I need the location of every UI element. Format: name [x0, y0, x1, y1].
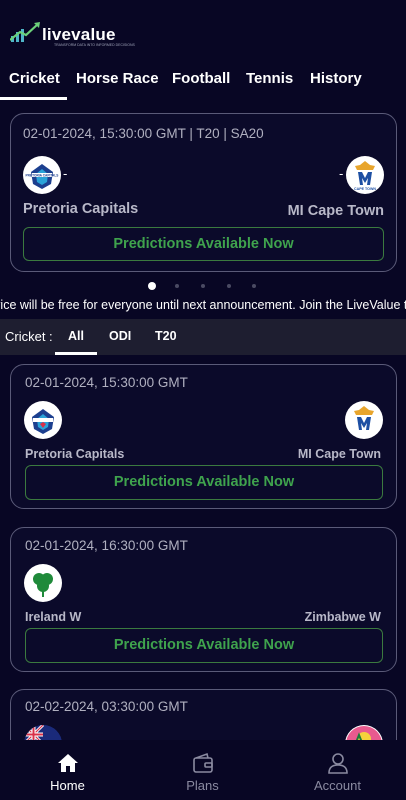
- carousel-dot-2[interactable]: [175, 284, 179, 288]
- wallet-icon: [193, 752, 213, 773]
- filter-chip-all[interactable]: All: [68, 329, 84, 343]
- home-icon: [58, 754, 78, 772]
- match-card[interactable]: 02-01-2024, 15:30:00 GMT Pretoria Capita…: [10, 364, 397, 509]
- predictions-button[interactable]: Predictions Available Now: [25, 465, 383, 500]
- carousel-dot-5[interactable]: [252, 284, 256, 288]
- bottom-navigation: Home Plans Account: [0, 740, 406, 800]
- match-date: 02-01-2024, 15:30:00 GMT | T20 | SA20: [23, 126, 264, 141]
- pretoria-capitals-logo: [24, 401, 62, 439]
- app-header: livevalue TRANSFORM DATA INTO INFORMED D…: [0, 0, 406, 60]
- pretoria-capitals-logo: PRETORIA CAPITALS: [23, 156, 61, 194]
- nav-plans[interactable]: Plans: [135, 740, 270, 800]
- tab-tennis[interactable]: Tennis: [246, 70, 293, 87]
- filter-chip-odi[interactable]: ODI: [109, 329, 131, 343]
- match-date: 02-01-2024, 15:30:00 GMT: [25, 375, 188, 390]
- user-icon: [328, 753, 348, 774]
- score-dash-a: -: [63, 166, 68, 181]
- pretoria-capitals-wordmark: PRETORIA CAPITALS: [26, 173, 59, 177]
- mi-cape-town-logo: [345, 401, 383, 439]
- predictions-button[interactable]: Predictions Available Now: [23, 227, 384, 261]
- sport-tabs: Cricket Horse Race Football Tennis Histo…: [0, 60, 406, 100]
- tab-football[interactable]: Football: [172, 70, 230, 87]
- chart-arrow-icon: [10, 22, 40, 42]
- carousel-dot-1[interactable]: [148, 282, 156, 290]
- match-date: 02-02-2024, 03:30:00 GMT: [25, 699, 188, 714]
- nav-home-label: Home: [50, 778, 85, 793]
- team-b-name: Zimbabwe W: [304, 610, 381, 624]
- announcement-text: rvice will be free for everyone until ne…: [0, 298, 406, 312]
- team-a-name: Ireland W: [25, 610, 82, 624]
- filter-chip-t20[interactable]: T20: [155, 329, 177, 343]
- format-filter-bar: Cricket : All ODI T20: [0, 319, 406, 355]
- carousel-dot-3[interactable]: [201, 284, 205, 288]
- match-card[interactable]: 02-01-2024, 16:30:00 GMT Ireland W Zimba…: [10, 527, 397, 672]
- team-a-name: Pretoria Capitals: [23, 201, 139, 217]
- team-b-name: MI Cape Town: [287, 203, 384, 219]
- brand-tagline: TRANSFORM DATA INTO INFORMED DECISIONS: [54, 43, 135, 47]
- active-tab-indicator: [0, 97, 67, 100]
- mi-cape-town-wordmark: CAPE TOWN: [354, 187, 376, 191]
- filter-label: Cricket :: [5, 329, 53, 344]
- match-date: 02-01-2024, 16:30:00 GMT: [25, 538, 188, 553]
- carousel-dots: [0, 282, 406, 292]
- team-a-name: Pretoria Capitals: [25, 447, 125, 461]
- ireland-logo: [24, 564, 62, 602]
- nav-plans-label: Plans: [186, 778, 219, 793]
- nav-account[interactable]: Account: [270, 740, 405, 800]
- tab-horse-race[interactable]: Horse Race: [76, 70, 159, 87]
- nav-home[interactable]: Home: [0, 740, 135, 800]
- team-b-name: MI Cape Town: [297, 447, 381, 461]
- score-dash-b: -: [339, 166, 344, 181]
- carousel-dot-4[interactable]: [227, 284, 231, 288]
- tab-history[interactable]: History: [310, 70, 362, 87]
- livevalue-logo[interactable]: livevalue TRANSFORM DATA INTO INFORMED D…: [10, 18, 135, 48]
- tab-cricket[interactable]: Cricket: [9, 70, 60, 87]
- announcement-marquee: rvice will be free for everyone until ne…: [0, 298, 406, 316]
- mi-cape-town-logo: CAPE TOWN: [346, 156, 384, 194]
- brand-name: livevalue: [42, 25, 116, 44]
- active-chip-indicator: [55, 352, 97, 355]
- predictions-button[interactable]: Predictions Available Now: [25, 628, 383, 663]
- nav-account-label: Account: [314, 778, 361, 793]
- featured-match-card[interactable]: 02-01-2024, 15:30:00 GMT | T20 | SA20 PR…: [10, 113, 397, 272]
